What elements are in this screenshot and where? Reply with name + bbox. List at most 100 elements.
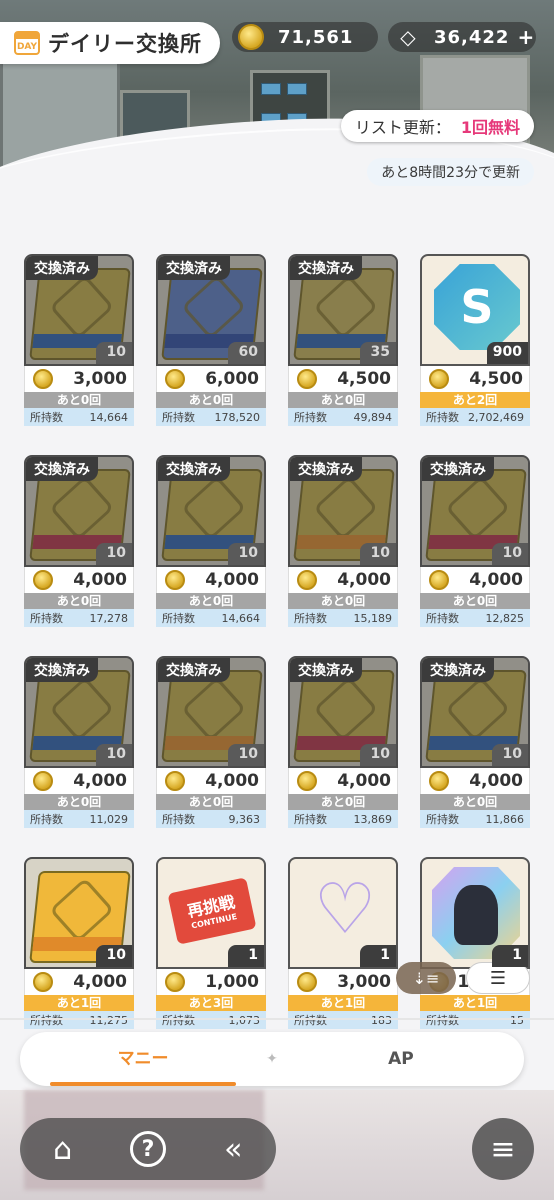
exchange-item-card[interactable]: 交換済み 60 6,000 あと0回 所持数 178,520 xyxy=(156,254,266,429)
refresh-free-count: 1回無料 xyxy=(460,118,520,137)
coin-amount: 71,561 xyxy=(278,26,354,48)
owned-count: 所持数 17,278 xyxy=(24,609,134,627)
price-value: 6,000 xyxy=(205,369,259,389)
owned-count: 所持数 15 xyxy=(420,1011,530,1029)
gem-balance[interactable]: ◇ 36,422 + xyxy=(388,22,536,52)
back-button[interactable]: « xyxy=(207,1123,259,1175)
remaining-count: あと0回 xyxy=(288,593,398,609)
home-button[interactable]: ⌂ xyxy=(37,1123,89,1175)
coin-icon xyxy=(297,771,317,791)
item-quantity: 10 xyxy=(96,744,132,766)
tab-ap[interactable]: AP xyxy=(278,1032,524,1086)
book-emblem xyxy=(313,475,379,541)
exchange-item-card[interactable]: 再挑戦 CONTINUE 1 1,000 あと3回 所持数 1,073 xyxy=(156,857,266,1032)
exchange-item-card[interactable]: 交換済み 10 4,000 あと0回 所持数 12,825 xyxy=(420,455,530,630)
menu-button[interactable]: ≡ xyxy=(472,1118,534,1180)
item-thumbnail: 交換済み 10 xyxy=(24,455,134,567)
item-quantity: 10 xyxy=(96,342,132,364)
item-thumbnail: 交換済み 10 xyxy=(288,455,398,567)
item-price: 4,000 xyxy=(288,768,398,794)
owned-count: 所持数 15,189 xyxy=(288,609,398,627)
exchanged-badge: 交換済み xyxy=(422,457,494,481)
item-quantity: 60 xyxy=(228,342,264,364)
coin-icon xyxy=(33,570,53,590)
exchange-item-card[interactable]: 交換済み 10 3,000 あと0回 所持数 14,664 xyxy=(24,254,134,429)
book-emblem xyxy=(49,877,115,943)
page-title-pill: DAY デイリー交換所 xyxy=(0,22,220,64)
item-thumbnail: 交換済み 10 xyxy=(288,656,398,768)
book-emblem xyxy=(313,676,379,742)
owned-value: 13,869 xyxy=(353,812,393,826)
owned-value: 12,825 xyxy=(485,611,525,625)
owned-label: 所持数 xyxy=(294,1014,327,1027)
book-emblem xyxy=(445,475,511,541)
owned-count: 所持数 11,029 xyxy=(24,810,134,828)
item-price: 4,000 xyxy=(156,768,266,794)
price-value: 4,000 xyxy=(73,771,127,791)
owned-count: 所持数 14,664 xyxy=(156,609,266,627)
price-value: 4,000 xyxy=(337,570,391,590)
currency-tabs: マニー ✦ AP xyxy=(20,1032,524,1086)
coin-icon xyxy=(165,972,185,992)
exchange-item-card[interactable]: 交換済み 10 4,000 あと0回 所持数 11,029 xyxy=(24,656,134,831)
exchange-item-card[interactable]: 交換済み 10 4,000 あと0回 所持数 15,189 xyxy=(288,455,398,630)
item-quantity: 10 xyxy=(96,945,132,967)
remaining-count: あと0回 xyxy=(156,593,266,609)
sort-button[interactable]: ⇣≡ xyxy=(396,962,456,994)
exchange-item-card[interactable]: 10 4,000 あと1回 所持数 11,275 xyxy=(24,857,134,1032)
item-thumbnail: 交換済み 10 xyxy=(420,455,530,567)
back-icon: « xyxy=(224,1131,243,1167)
divider xyxy=(0,1018,554,1020)
price-value: 1,000 xyxy=(205,972,259,992)
book-emblem xyxy=(49,676,115,742)
exchanged-badge: 交換済み xyxy=(158,457,230,481)
coin-icon xyxy=(33,972,53,992)
item-quantity: 1 xyxy=(492,945,528,967)
owned-value: 11,029 xyxy=(89,812,129,826)
item-quantity: 10 xyxy=(96,543,132,565)
item-price: 4,500 xyxy=(288,366,398,392)
price-value: 4,000 xyxy=(205,570,259,590)
coin-icon xyxy=(165,771,185,791)
owned-count: 所持数 11,275 xyxy=(24,1011,134,1029)
price-value: 4,000 xyxy=(337,771,391,791)
coin-balance[interactable]: 71,561 xyxy=(232,22,378,52)
coin-icon xyxy=(165,570,185,590)
exchange-item-card[interactable]: 交換済み 10 4,000 あと0回 所持数 9,363 xyxy=(156,656,266,831)
help-button[interactable]: ? xyxy=(122,1123,174,1175)
book-emblem xyxy=(49,274,115,340)
exchange-item-card[interactable]: 交換済み 35 4,500 あと0回 所持数 49,894 xyxy=(288,254,398,429)
refresh-list-button[interactable]: リスト更新： 1回無料 xyxy=(340,110,534,142)
exchange-item-card[interactable]: 交換済み 10 4,000 あと0回 所持数 14,664 xyxy=(156,455,266,630)
remaining-count: あと1回 xyxy=(420,995,530,1011)
remaining-count: あと0回 xyxy=(24,392,134,408)
remaining-count: あと2回 xyxy=(420,392,530,408)
exchange-item-card[interactable]: 交換済み 10 4,000 あと0回 所持数 11,866 xyxy=(420,656,530,831)
item-price: 1,000 xyxy=(156,969,266,995)
coin-icon xyxy=(429,771,449,791)
layout-toggle-icon: ☰ xyxy=(489,967,507,989)
owned-value: 183 xyxy=(371,1013,392,1027)
item-quantity: 10 xyxy=(360,744,396,766)
refresh-timer: あと8時間23分で更新 xyxy=(367,158,534,186)
add-gems-button[interactable]: + xyxy=(517,25,534,49)
coin-icon xyxy=(238,24,264,50)
item-price: 4,000 xyxy=(24,969,134,995)
owned-count: 所持数 12,825 xyxy=(420,609,530,627)
exchange-item-card[interactable]: S 900 4,500 あと2回 所持数 2,702,469 xyxy=(420,254,530,429)
item-row: 交換済み 10 4,000 あと0回 所持数 17,278 交換済み 10 4,… xyxy=(24,455,530,630)
owned-value: 14,664 xyxy=(221,611,261,625)
exchange-item-card[interactable]: ♡ 1 3,000 あと1回 所持数 183 xyxy=(288,857,398,1032)
owned-value: 15,189 xyxy=(353,611,393,625)
owned-label: 所持数 xyxy=(30,1014,63,1027)
remaining-count: あと1回 xyxy=(24,995,134,1011)
owned-label: 所持数 xyxy=(162,813,195,826)
item-quantity: 10 xyxy=(228,744,264,766)
tab-money[interactable]: マニー xyxy=(20,1032,266,1086)
price-value: 4,000 xyxy=(73,972,127,992)
item-thumbnail: ♡ 1 xyxy=(288,857,398,969)
menu-icon: ≡ xyxy=(490,1131,516,1167)
exchange-item-card[interactable]: 交換済み 10 4,000 あと0回 所持数 17,278 xyxy=(24,455,134,630)
exchange-item-card[interactable]: 1 12,000 あと1回 所持数 15 xyxy=(420,857,530,1032)
exchange-item-card[interactable]: 交換済み 10 4,000 あと0回 所持数 13,869 xyxy=(288,656,398,831)
